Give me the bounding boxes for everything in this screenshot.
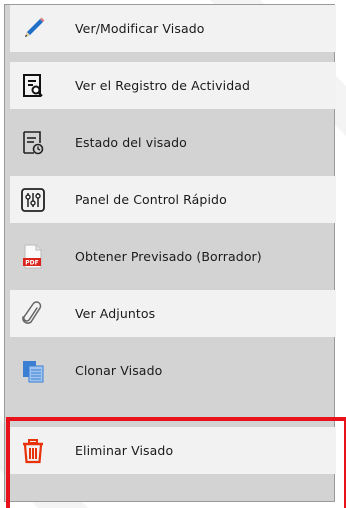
context-menu: Ver/Modificar Visado Ver el Registro de … <box>4 4 336 502</box>
menu-item-estado-visado[interactable]: Estado del visado <box>10 119 336 166</box>
svg-text:PDF: PDF <box>25 259 38 266</box>
paperclip-icon <box>10 290 56 337</box>
menu-item-label: Eliminar Visado <box>56 427 336 474</box>
menu-item-label: Clonar Visado <box>75 363 163 378</box>
menu-item-clonar-visado[interactable]: Clonar Visado <box>10 347 336 394</box>
control-panel-icon <box>10 176 56 223</box>
document-status-icon <box>10 119 56 166</box>
menu-item-ver-registro-actividad[interactable]: Ver el Registro de Actividad <box>10 62 336 109</box>
menu-item-label: Obtener Previsado (Borrador) <box>75 249 262 264</box>
menu-item-label: Estado del visado <box>75 135 187 150</box>
menu-item-label: Panel de Control Rápido <box>56 176 336 223</box>
menu-item-obtener-previsado[interactable]: PDF Obtener Previsado (Borrador) <box>10 233 336 280</box>
activity-log-icon <box>10 62 56 109</box>
menu-item-label: Ver/Modificar Visado <box>56 5 336 52</box>
menu-item-label: Ver el Registro de Actividad <box>56 62 336 109</box>
menu-item-ver-modificar-visado[interactable]: Ver/Modificar Visado <box>10 5 336 52</box>
pdf-icon: PDF <box>10 233 56 280</box>
menu-item-label: Ver Adjuntos <box>56 290 336 337</box>
menu-item-panel-control-rapido[interactable]: Panel de Control Rápido <box>10 176 336 223</box>
menu-item-ver-adjuntos[interactable]: Ver Adjuntos <box>10 290 336 337</box>
menu-item-eliminar-visado[interactable]: Eliminar Visado <box>10 427 336 474</box>
pencil-icon <box>10 5 56 52</box>
clone-icon <box>10 347 56 394</box>
trash-icon <box>10 427 56 474</box>
